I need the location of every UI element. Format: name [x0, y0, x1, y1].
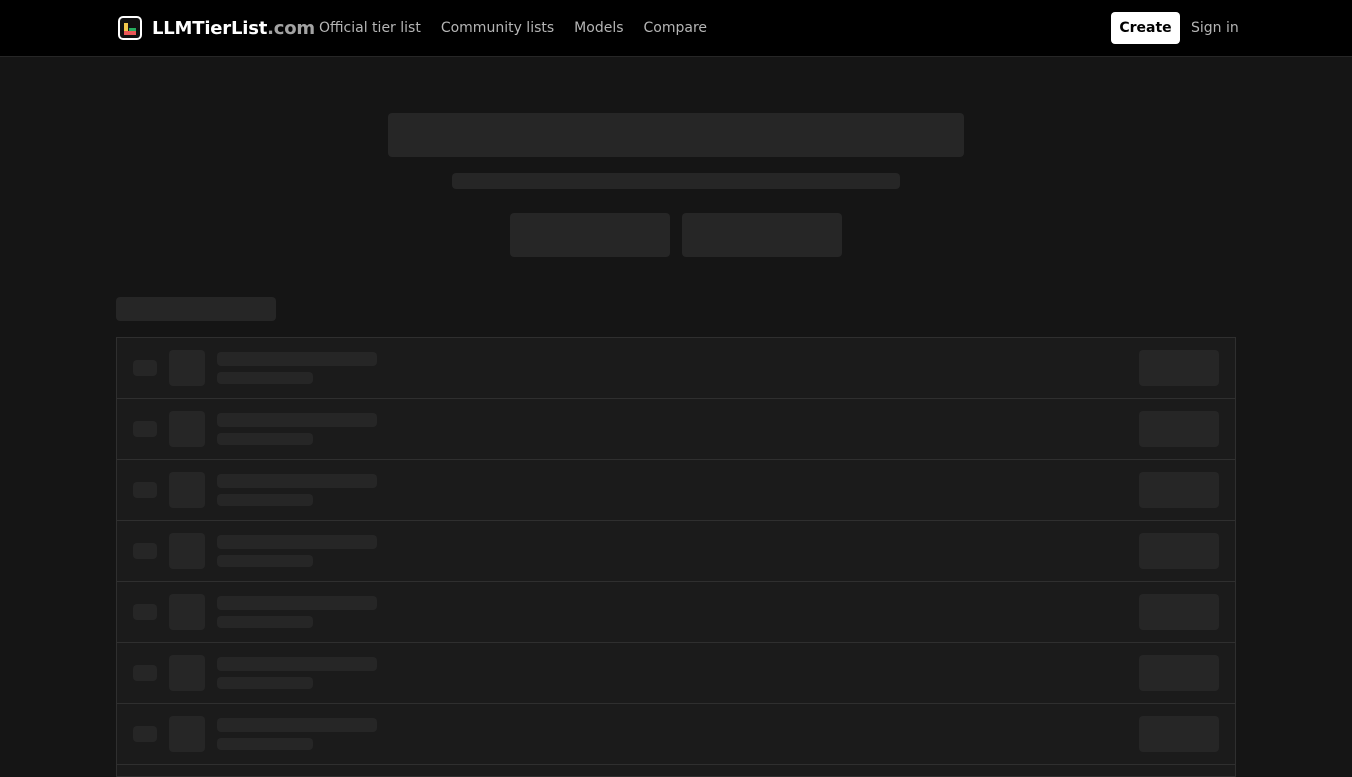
- name-skeleton: [217, 718, 377, 732]
- avatar-skeleton: [169, 594, 205, 630]
- avatar-skeleton: [169, 350, 205, 386]
- subtitle-skeleton: [452, 173, 900, 189]
- avatar-skeleton: [169, 655, 205, 691]
- avatar-skeleton: [169, 472, 205, 508]
- nav-community-lists[interactable]: Community lists: [441, 18, 554, 38]
- name-skeleton: [217, 596, 377, 610]
- name-skeleton: [217, 535, 377, 549]
- nav-compare[interactable]: Compare: [644, 18, 708, 38]
- name-skeleton: [217, 657, 377, 671]
- list-row-skeleton: [117, 643, 1235, 704]
- tier-chart-logo-icon: [118, 16, 142, 40]
- meta-skeleton: [217, 616, 313, 628]
- list-row-skeleton: [117, 338, 1235, 399]
- score-skeleton: [1139, 716, 1219, 752]
- name-skeleton: [217, 413, 377, 427]
- score-skeleton: [1139, 472, 1219, 508]
- meta-skeleton: [217, 738, 313, 750]
- avatar-skeleton: [169, 411, 205, 447]
- brand-name: LLMTierList: [152, 17, 268, 39]
- meta-skeleton: [217, 433, 313, 445]
- meta-skeleton: [217, 677, 313, 689]
- score-skeleton: [1139, 350, 1219, 386]
- top-navigation-bar: LLMTierList .com Official tier list Commu…: [0, 0, 1352, 57]
- model-list-skeleton: [116, 337, 1236, 777]
- score-skeleton: [1139, 655, 1219, 691]
- list-row-skeleton: [117, 399, 1235, 460]
- section-heading-skeleton: [116, 297, 276, 321]
- list-row-skeleton: [117, 460, 1235, 521]
- brand-home-link[interactable]: LLMTierList .com: [118, 16, 315, 40]
- main-nav: Official tier list Community lists Model…: [319, 18, 707, 38]
- nav-models[interactable]: Models: [574, 18, 623, 38]
- score-skeleton: [1139, 594, 1219, 630]
- list-row-skeleton: [117, 521, 1235, 582]
- secondary-button-skeleton: [682, 213, 842, 257]
- rank-skeleton: [133, 543, 157, 559]
- score-skeleton: [1139, 411, 1219, 447]
- meta-skeleton: [217, 555, 313, 567]
- rank-skeleton: [133, 726, 157, 742]
- meta-skeleton: [217, 494, 313, 506]
- meta-skeleton: [217, 372, 313, 384]
- name-skeleton: [217, 352, 377, 366]
- rank-skeleton: [133, 421, 157, 437]
- avatar-skeleton: [169, 533, 205, 569]
- sign-in-link[interactable]: Sign in: [1191, 18, 1239, 38]
- list-row-skeleton: [117, 582, 1235, 643]
- rank-skeleton: [133, 665, 157, 681]
- brand-suffix: .com: [267, 17, 315, 39]
- avatar-skeleton: [169, 716, 205, 752]
- rank-skeleton: [133, 604, 157, 620]
- list-row-skeleton: [117, 704, 1235, 765]
- create-button[interactable]: Create: [1111, 12, 1180, 44]
- name-skeleton: [217, 474, 377, 488]
- score-skeleton: [1139, 533, 1219, 569]
- rank-skeleton: [133, 482, 157, 498]
- title-skeleton: [388, 113, 964, 157]
- primary-button-skeleton: [510, 213, 670, 257]
- rank-skeleton: [133, 360, 157, 376]
- nav-official-tier-list[interactable]: Official tier list: [319, 18, 421, 38]
